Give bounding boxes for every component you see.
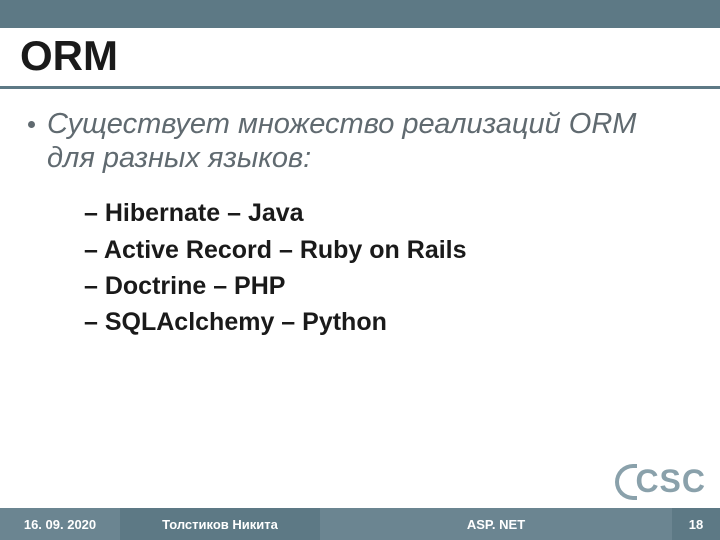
list-item: – Doctrine – PHP (84, 268, 692, 304)
sub-list: – Hibernate – Java – Active Record – Rub… (28, 195, 692, 340)
lead-row: Существует множество реализаций ORM для … (28, 107, 692, 191)
content-area: Существует множество реализаций ORM для … (0, 89, 720, 508)
slide: ORM Существует множество реализаций ORM … (0, 0, 720, 540)
slide-title: ORM (20, 32, 700, 80)
footer-date: 16. 09. 2020 (0, 508, 120, 540)
logo-text: CSC (635, 463, 706, 500)
footer-page: 18 (672, 508, 720, 540)
list-item: – Active Record – Ruby on Rails (84, 232, 692, 268)
list-item: – SQLAclchemy – Python (84, 304, 692, 340)
top-bar (0, 0, 720, 28)
csc-logo: CSC (615, 463, 706, 500)
footer: 16. 09. 2020 Толстиков Никита ASP. NET 1… (0, 508, 720, 540)
footer-author: Толстиков Никита (120, 508, 320, 540)
list-item: – Hibernate – Java (84, 195, 692, 231)
bullet-icon (28, 121, 35, 128)
title-area: ORM (0, 28, 720, 82)
logo-arc-icon (615, 464, 637, 500)
lead-text: Существует множество реализаций ORM для … (47, 107, 692, 175)
footer-topic: ASP. NET (320, 508, 672, 540)
